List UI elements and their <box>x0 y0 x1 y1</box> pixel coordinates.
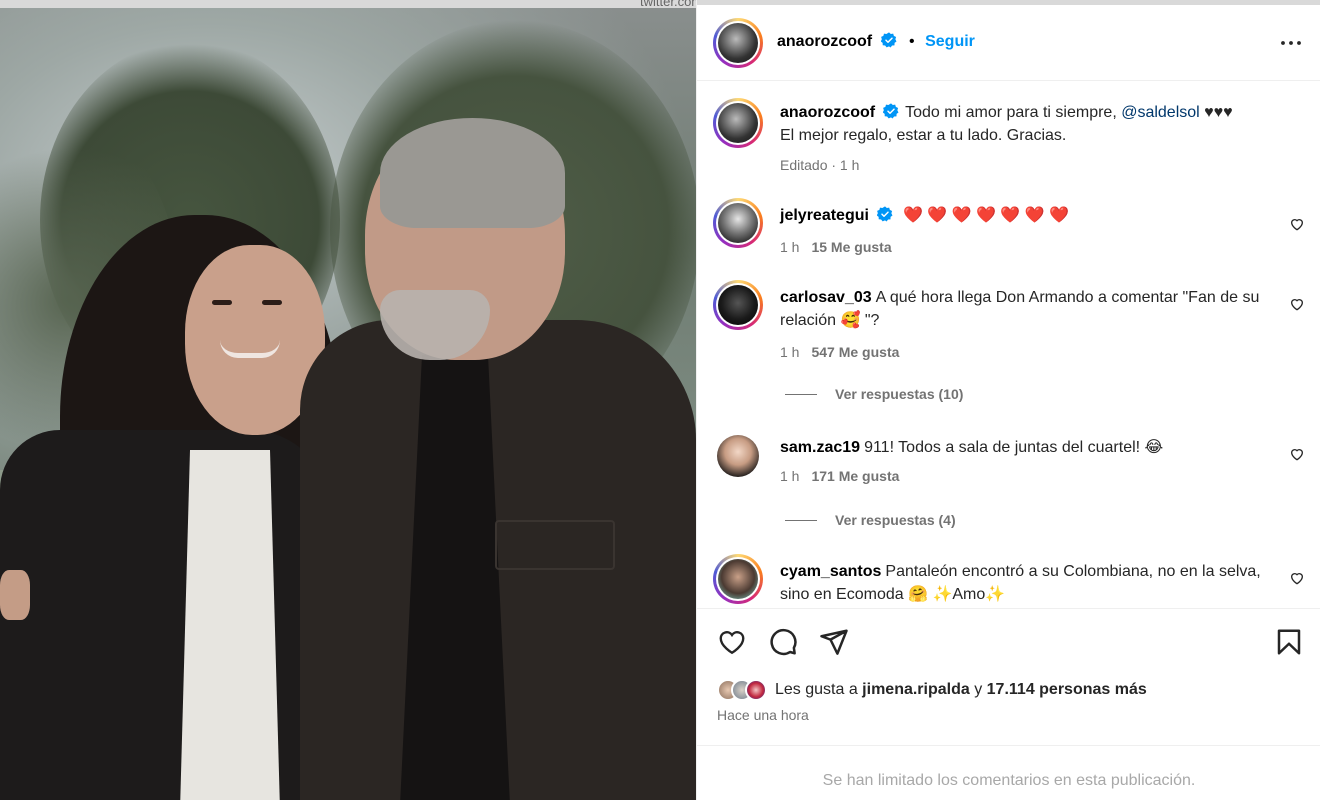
comment-item: cyam_santos Pantaleón encontró a su Colom… <box>697 554 1320 608</box>
comment-meta: 1 h 15 Me gusta <box>780 239 892 255</box>
verified-icon <box>880 32 897 48</box>
comment-item: carlosav_03 A qué hora llega Don Armando … <box>697 280 1320 402</box>
follow-button[interactable]: Seguir <box>925 33 975 50</box>
comment-avatar[interactable] <box>713 198 763 248</box>
comment-likes[interactable]: 171 Me gusta <box>811 468 899 484</box>
verified-icon <box>876 206 893 222</box>
heart-icon[interactable] <box>1289 296 1305 312</box>
liker-username[interactable]: jimena.ripalda <box>862 681 970 698</box>
caption-meta: Editado · 1 h <box>780 157 860 173</box>
author-avatar[interactable] <box>713 18 763 68</box>
view-replies-button[interactable]: Ver respuestas (10) <box>785 386 963 402</box>
comment-item: sam.zac19 911! Todos a sala de juntas del… <box>697 430 1320 530</box>
caption-mention[interactable]: @saldelsol <box>1121 104 1200 121</box>
comment-text: carlosav_03 A qué hora llega Don Armando … <box>780 286 1265 332</box>
author-username[interactable]: anaorozcoof <box>777 33 872 50</box>
comment-time: 1 h <box>780 344 800 360</box>
view-replies-button[interactable]: Ver respuestas (4) <box>785 512 956 528</box>
woman-eye <box>212 300 232 305</box>
post-photo[interactable]: twitter.com/orozcoandok <box>0 0 696 800</box>
post-time: Hace una hora <box>717 707 809 723</box>
comment-avatar[interactable] <box>713 280 763 330</box>
bookmark-icon[interactable] <box>1274 627 1304 657</box>
comment-body: ❤️ ❤️ ❤️ ❤️ ❤️ ❤️ ❤️ <box>902 207 1070 224</box>
post-caption: anaorozcoof Todo mi amor para ti siempre,… <box>697 95 1320 190</box>
caption-text: anaorozcoof Todo mi amor para ti siempre,… <box>780 101 1280 147</box>
likes-summary[interactable]: Les gusta a jimena.ripalda y 17.114 pers… <box>717 679 1147 701</box>
comment-likes[interactable]: 547 Me gusta <box>811 344 899 360</box>
comment-text: sam.zac19 911! Todos a sala de juntas del… <box>780 436 1265 459</box>
caption-line2: El mejor regalo, estar a tu lado. Gracia… <box>780 127 1067 144</box>
photo-watermark: twitter.com/orozcoandok <box>640 0 696 9</box>
caption-body: Todo mi amor para ti siempre, <box>905 104 1122 121</box>
comments-limited-notice: Se han limitado los comentarios en esta … <box>697 745 1320 800</box>
likes-text: Les gusta a jimena.ripalda y 17.114 pers… <box>775 681 1147 698</box>
post-actions: Les gusta a jimena.ripalda y 17.114 pers… <box>697 608 1320 748</box>
man-hair <box>380 118 565 228</box>
woman-coat <box>0 430 330 800</box>
heart-icon[interactable] <box>1289 446 1305 462</box>
comments-scroll-area[interactable]: anaorozcoof Todo mi amor para ti siempre,… <box>697 82 1320 608</box>
liker-avatar <box>745 679 767 701</box>
author-line: anaorozcoof • Seguir <box>777 32 975 51</box>
comment-likes[interactable]: 15 Me gusta <box>811 239 891 255</box>
comment-avatar[interactable] <box>713 554 763 604</box>
woman-eye <box>262 300 282 305</box>
separator-dot: • <box>909 33 915 50</box>
comment-text: cyam_santos Pantaleón encontró a su Colom… <box>780 560 1265 606</box>
caption-hearts: ♥♥♥ <box>1199 104 1233 121</box>
verified-icon <box>883 103 899 119</box>
woman-blouse <box>180 450 280 800</box>
comment-time: 1 h <box>780 468 800 484</box>
replies-divider <box>785 394 817 395</box>
man-pocket <box>495 520 615 570</box>
comment-body: 911! Todos a sala de juntas del cuartel!… <box>864 439 1164 456</box>
more-options-icon[interactable] <box>1279 31 1303 55</box>
likes-count[interactable]: 17.114 personas más <box>987 681 1147 698</box>
share-icon[interactable] <box>819 627 849 657</box>
replies-label: Ver respuestas (10) <box>835 386 964 402</box>
heart-icon[interactable] <box>1289 216 1305 232</box>
caption-username[interactable]: anaorozcoof <box>780 104 875 121</box>
hand <box>0 570 30 620</box>
comment-meta: 1 h 171 Me gusta <box>780 468 899 484</box>
replies-label: Ver respuestas (4) <box>835 512 956 528</box>
post-side-panel: anaorozcoof • Seguir anaorozcoof Todo mi … <box>696 0 1320 800</box>
comment-item: jelyreategui ❤️ ❤️ ❤️ ❤️ ❤️ ❤️ ❤️ 1 h 15 M… <box>697 198 1320 268</box>
comment-username[interactable]: carlosav_03 <box>780 289 872 306</box>
photo-top-strip: twitter.com/orozcoandok <box>0 0 696 9</box>
post-header: anaorozcoof • Seguir <box>697 5 1320 81</box>
comment-username[interactable]: cyam_santos <box>780 563 881 580</box>
caption-avatar[interactable] <box>713 98 763 148</box>
woman-smile <box>220 340 280 358</box>
comment-meta: 1 h 547 Me gusta <box>780 344 899 360</box>
comment-icon[interactable] <box>768 627 798 657</box>
comment-text: jelyreategui ❤️ ❤️ ❤️ ❤️ ❤️ ❤️ ❤️ <box>780 204 1265 227</box>
comment-time: 1 h <box>780 239 800 255</box>
heart-icon[interactable] <box>1289 570 1305 586</box>
replies-divider <box>785 520 817 521</box>
like-heart-icon[interactable] <box>717 627 747 657</box>
comment-username[interactable]: jelyreategui <box>780 207 869 224</box>
comment-username[interactable]: sam.zac19 <box>780 439 860 456</box>
comment-avatar[interactable] <box>717 435 759 477</box>
